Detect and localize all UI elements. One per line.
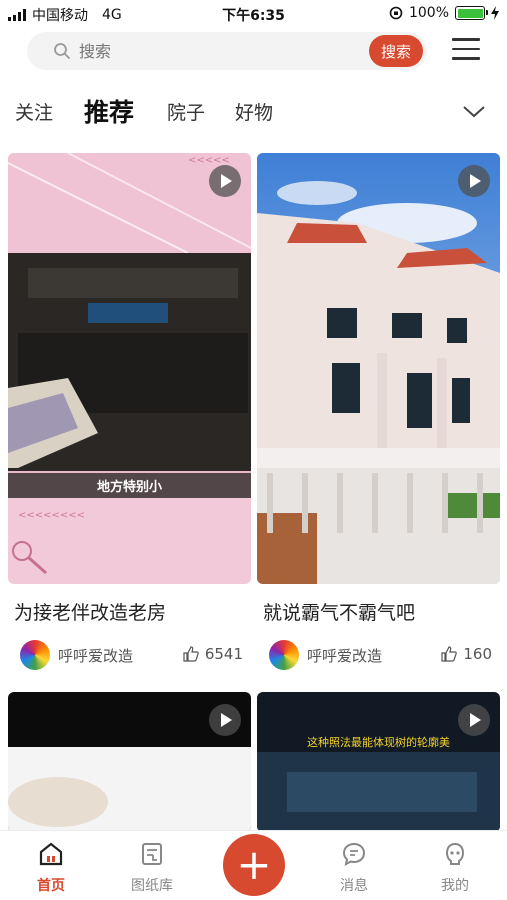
message-icon [342,842,366,866]
video-caption: 这种照法最能体现树的轮廓美 [307,736,450,749]
svg-text:<<<<<<<<: <<<<<<<< [18,510,85,521]
nav-blueprints[interactable]: 图纸库 [117,841,187,895]
orientation-lock-icon [389,6,403,20]
add-button[interactable]: + [223,834,285,896]
nav-profile[interactable]: 我的 [420,841,490,895]
author-name[interactable]: 呼呼爱改造 [307,645,382,666]
card-title[interactable]: 就说霸气不霸气吧 [263,598,415,625]
video-caption: 地方特别小 [8,473,251,498]
like-counter[interactable]: 6541 [183,645,243,663]
tab-recommend[interactable]: 推荐 [84,93,134,129]
tab-yard[interactable]: 院子 [167,98,205,125]
video-thumbnail[interactable]: 这种照法最能体现树的轮廓美 [257,692,500,832]
category-tabs: 关注 推荐 院子 好物 [0,80,507,142]
battery-icon [455,6,488,20]
tab-goods[interactable]: 好物 [235,98,273,125]
nav-blueprints-label: 图纸库 [131,878,173,894]
thumbs-up-icon [441,646,458,662]
video-thumbnail[interactable]: <<<<<<<< <<<<< 地方特别小 [8,153,251,584]
like-count: 6541 [204,645,243,663]
status-right: 100% [389,5,499,21]
search-button[interactable]: 搜索 [369,35,423,67]
chevron-down-icon[interactable] [462,102,486,120]
play-icon[interactable] [458,704,490,736]
nav-messages[interactable]: 消息 [319,841,389,895]
card-title[interactable]: 为接老伴改造老房 [14,598,166,625]
feed-card[interactable]: <<<<<<<< <<<<< 地方特别小 为接老伴改造老房 呼呼爱改造 6541 [8,153,251,670]
nav-messages-label: 消息 [340,878,368,894]
like-count: 160 [463,645,492,663]
thumbs-up-icon [183,646,199,662]
battery-fill [457,8,483,18]
battery-percent: 100% [408,5,449,21]
tab-follow[interactable]: 关注 [15,98,53,125]
nav-profile-label: 我的 [441,878,469,894]
feed-card[interactable]: 这种照法最能体现树的轮廓美 [257,692,500,832]
avatar[interactable] [269,640,299,670]
home-icon [39,842,63,866]
blueprint-icon [142,843,162,865]
author-name[interactable]: 呼呼爱改造 [58,645,133,666]
video-thumbnail[interactable] [8,692,251,832]
bottom-nav: 首页 图纸库 + 消息 我的 [0,830,507,900]
feed-card[interactable] [8,692,251,832]
avatar[interactable] [20,640,50,670]
nav-home-label: 首页 [37,878,65,894]
feed-card[interactable]: 就说霸气不霸气吧 呼呼爱改造 160 [257,153,500,670]
search-input[interactable] [79,32,339,70]
play-icon[interactable] [209,165,241,197]
thumbnail-artwork: <<<<<<<< <<<<< [8,153,251,575]
play-icon[interactable] [458,165,490,197]
thumbnail-artwork [257,153,500,584]
video-thumbnail[interactable] [257,153,500,584]
profile-icon [445,842,465,865]
search-bar[interactable] [27,32,427,70]
nav-home[interactable]: 首页 [16,841,86,895]
menu-icon[interactable] [452,38,480,62]
charging-icon [491,6,499,20]
search-icon [54,43,70,59]
like-counter[interactable]: 160 [441,645,492,663]
play-icon[interactable] [209,704,241,736]
status-bar: 中国移动 4G 下午6:35 100% [0,0,507,28]
